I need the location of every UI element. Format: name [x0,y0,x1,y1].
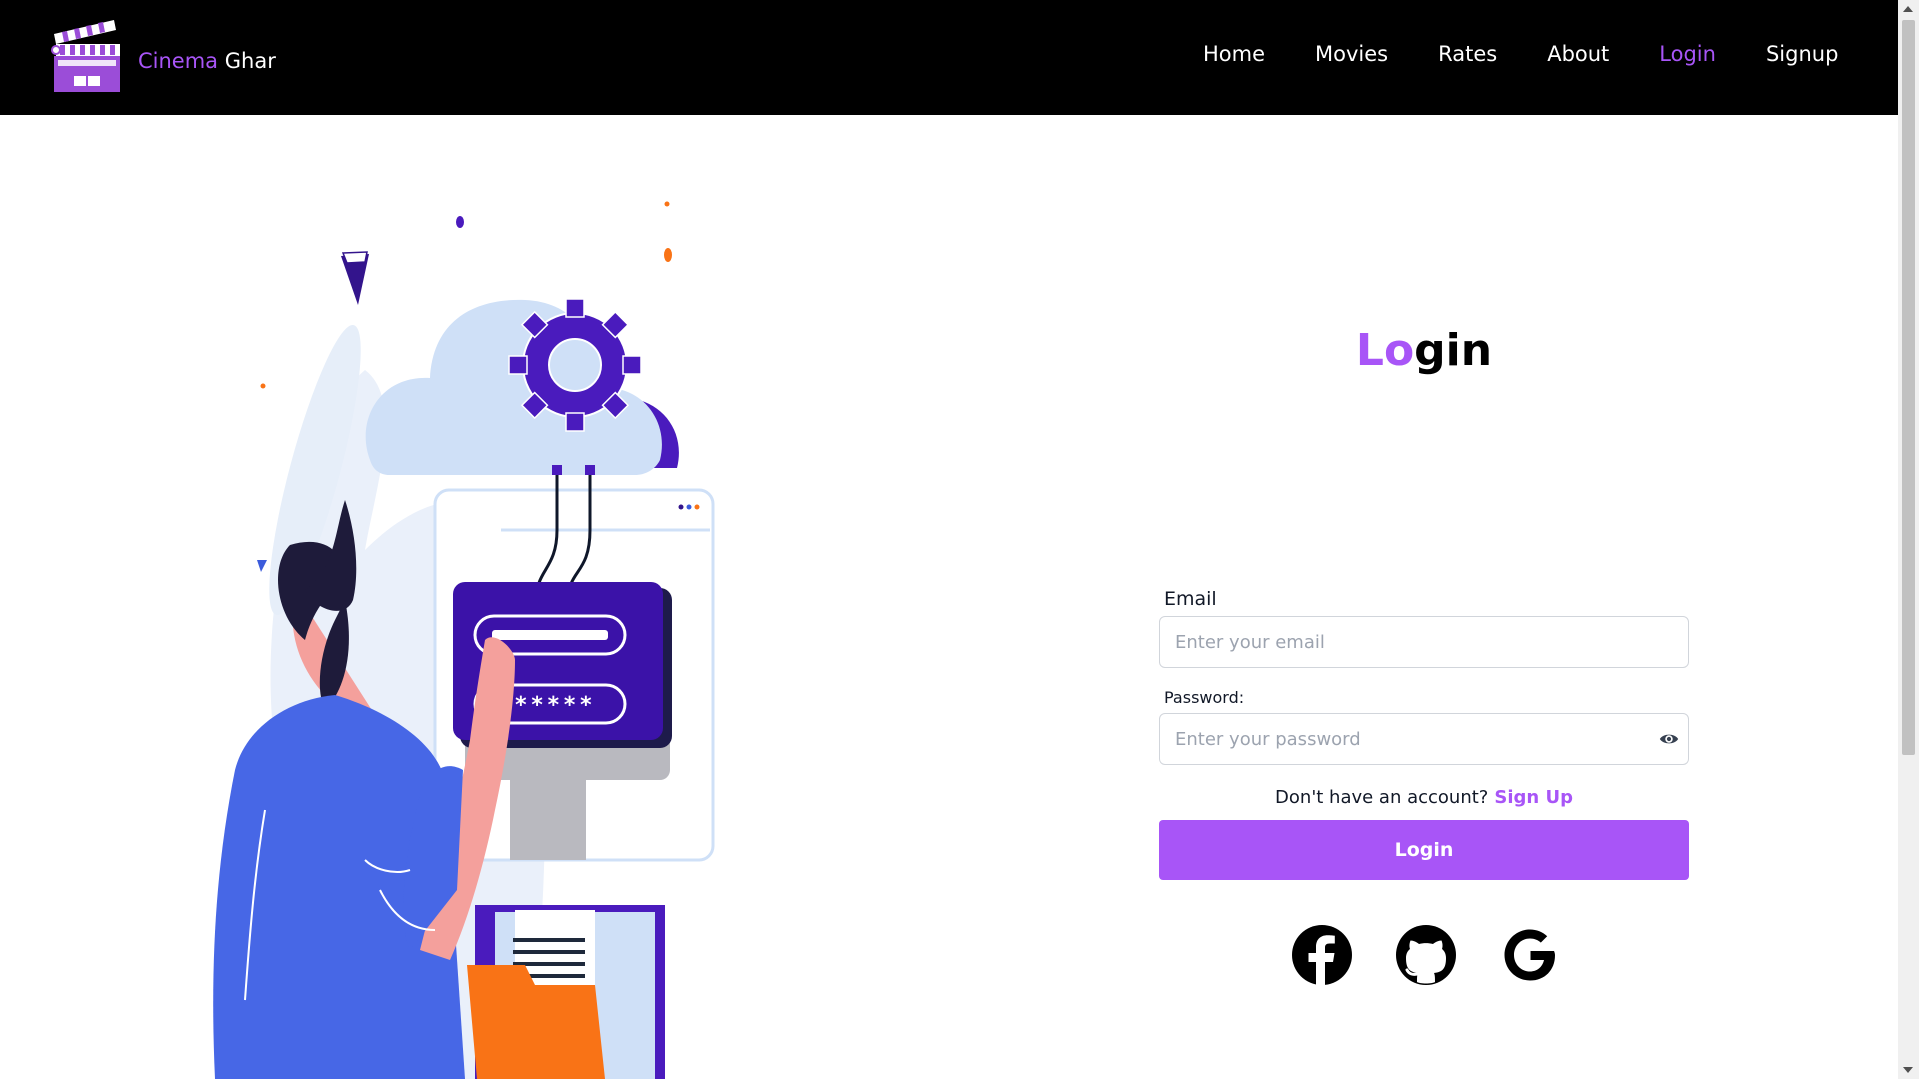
password-field-wrap [1159,713,1689,765]
email-field[interactable] [1159,616,1689,668]
scroll-up-icon[interactable] [1903,6,1913,12]
github-icon[interactable] [1395,924,1457,986]
password-label: Password: [1164,688,1245,707]
brand-name-rest: Ghar [224,48,276,73]
signup-prompt: Don't have an account? Sign Up [1159,787,1689,808]
scroll-down-icon[interactable] [1903,1067,1913,1073]
nav-login[interactable]: Login [1659,42,1716,66]
social-login [1291,924,1561,986]
password-field[interactable] [1159,713,1689,765]
brand-name-accent: Cinema [138,48,219,73]
google-icon[interactable] [1499,924,1561,986]
nav-about[interactable]: About [1547,42,1609,66]
login-button[interactable]: Login [1159,820,1689,880]
navbar: Cinema Ghar Home Movies Rates About Logi… [0,0,1898,115]
scroll-thumb[interactable] [1902,20,1915,755]
page-scrollbar[interactable] [1898,0,1919,1079]
email-label: Email [1164,588,1217,610]
nav-rates[interactable]: Rates [1438,42,1497,66]
nav-links: Home Movies Rates About Login Signup [1203,42,1888,66]
login-title-accent: Lo [1355,325,1415,376]
email-field-wrap [1159,616,1689,668]
facebook-icon[interactable] [1291,924,1353,986]
eye-icon[interactable] [1659,730,1679,748]
brand-name: Cinema Ghar [138,49,276,73]
login-illustration: ****** [213,201,715,1079]
login-form: Email Password: Don't have an account?Si… [1159,588,1689,880]
nav-movies[interactable]: Movies [1315,42,1388,66]
login-title: Login [1159,325,1689,376]
nav-home[interactable]: Home [1203,42,1265,66]
brand[interactable]: Cinema Ghar [50,20,276,95]
no-account-text: Don't have an account? [1275,787,1489,808]
clapperboard-icon [51,20,120,92]
login-title-rest: gin [1414,325,1493,376]
signup-link[interactable]: Sign Up [1494,787,1573,808]
nav-signup[interactable]: Signup [1766,42,1838,66]
